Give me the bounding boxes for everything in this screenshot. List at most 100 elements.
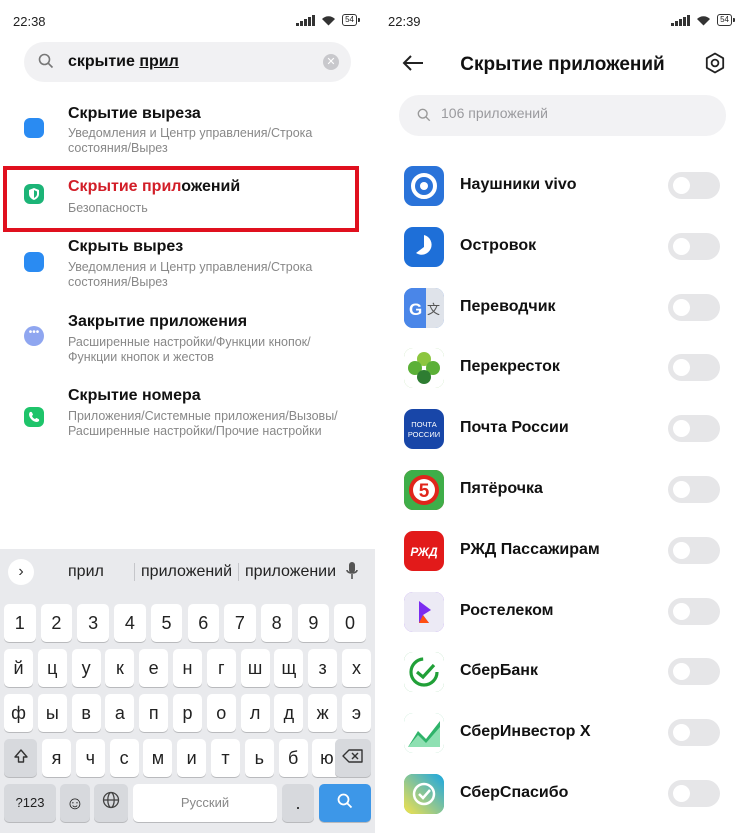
pyaterochka-icon: 5: [404, 470, 444, 510]
hide-app-toggle[interactable]: [668, 719, 720, 747]
suggestion-word[interactable]: прил: [68, 563, 104, 581]
status-time: 22:39: [388, 14, 421, 29]
key-2[interactable]: 2: [40, 604, 73, 642]
status-bar: 22:39 54: [375, 0, 750, 40]
hide-app-toggle[interactable]: [668, 597, 720, 625]
app-search-field[interactable]: [399, 95, 726, 136]
key-5[interactable]: 5: [150, 604, 183, 642]
hide-app-toggle[interactable]: [668, 536, 720, 564]
key-7[interactable]: 7: [224, 604, 256, 642]
key-letter[interactable]: ь: [244, 739, 274, 777]
result-title: Скрыть вырез: [68, 238, 184, 255]
app-row[interactable]: СберИнвестор X: [375, 702, 750, 763]
search-result-item-highlighted[interactable]: Скрытие приложений Безопасность: [0, 170, 375, 228]
hide-app-toggle[interactable]: [668, 476, 720, 503]
key-3[interactable]: 3: [77, 604, 109, 642]
key-letter[interactable]: ч: [75, 739, 105, 777]
app-search-input[interactable]: [441, 105, 701, 121]
key-letter[interactable]: ж: [308, 694, 338, 732]
dot-key[interactable]: .: [282, 784, 314, 822]
status-bar: 22:38 54: [0, 0, 375, 40]
symbols-key[interactable]: ?123: [4, 784, 56, 822]
key-letter[interactable]: н: [173, 649, 202, 687]
key-letter[interactable]: л: [240, 694, 270, 732]
key-letter[interactable]: х: [342, 649, 371, 687]
app-row[interactable]: Островок: [375, 216, 750, 277]
key-letter[interactable]: в: [71, 694, 101, 732]
hide-app-toggle[interactable]: [668, 354, 720, 382]
key-letter[interactable]: б: [278, 739, 308, 777]
app-row[interactable]: РЖД РЖД Пассажирам: [375, 520, 750, 581]
key-0[interactable]: 0: [334, 604, 366, 642]
close-icon[interactable]: ✕: [323, 54, 339, 70]
key-letter[interactable]: о: [206, 694, 236, 732]
key-letter[interactable]: ф: [4, 694, 33, 732]
key-letter[interactable]: д: [274, 694, 304, 732]
key-letter[interactable]: м: [143, 739, 173, 777]
key-letter[interactable]: е: [139, 649, 169, 687]
app-row[interactable]: СберСпасибо: [375, 763, 750, 824]
hide-app-toggle[interactable]: [668, 658, 720, 686]
key-letter[interactable]: а: [105, 694, 135, 732]
svg-text:G: G: [409, 300, 422, 319]
settings-search-input[interactable]: скрытие прил ✕: [24, 42, 351, 82]
app-row[interactable]: СберБанк: [375, 641, 750, 702]
key-letter[interactable]: я: [42, 739, 71, 777]
svg-text:РЖД: РЖД: [410, 545, 438, 559]
space-key[interactable]: Русский: [133, 784, 277, 822]
vivo-headphones-icon: [404, 166, 444, 206]
app-row[interactable]: ПОЧТА РОССИИ Почта России: [375, 398, 750, 459]
key-4[interactable]: 4: [114, 604, 146, 642]
suggestion-word[interactable]: приложении: [245, 563, 336, 581]
key-8[interactable]: 8: [260, 604, 293, 642]
app-name: Островок: [460, 236, 537, 254]
hide-app-toggle[interactable]: [668, 415, 720, 443]
svg-text:РОССИИ: РОССИИ: [408, 430, 440, 439]
key-letter[interactable]: п: [139, 694, 169, 732]
hide-app-toggle[interactable]: [668, 232, 720, 260]
search-result-item[interactable]: Скрытие номера Приложения/Системные прил…: [0, 383, 375, 455]
shift-key[interactable]: [4, 739, 37, 777]
app-row[interactable]: Ростелеком: [375, 581, 750, 642]
search-result-item[interactable]: ••• Закрытие приложения Расширенные наст…: [0, 309, 375, 371]
microphone-icon[interactable]: [345, 561, 359, 581]
key-letter[interactable]: р: [173, 694, 202, 732]
search-result-item[interactable]: Скрытие выреза Уведомления и Центр управ…: [0, 100, 375, 162]
key-letter[interactable]: с: [109, 739, 139, 777]
language-key[interactable]: [94, 784, 128, 822]
hide-app-toggle[interactable]: [668, 172, 720, 199]
key-letter[interactable]: у: [71, 649, 101, 687]
key-letter[interactable]: ш: [240, 649, 270, 687]
emoji-key[interactable]: ☺: [60, 784, 90, 822]
search-key[interactable]: [319, 784, 371, 822]
key-letter[interactable]: т: [211, 739, 240, 777]
key-6[interactable]: 6: [187, 604, 219, 642]
app-name: СберИнвестор X: [460, 723, 591, 741]
app-row[interactable]: Наушники vivo: [375, 155, 750, 216]
key-letter[interactable]: й: [4, 649, 33, 687]
gear-icon[interactable]: [704, 52, 726, 74]
key-letter[interactable]: г: [206, 649, 236, 687]
suggestion-word[interactable]: приложений: [141, 563, 232, 581]
key-letter[interactable]: ц: [37, 649, 67, 687]
key-letter[interactable]: э: [342, 694, 371, 732]
shield-icon: [24, 184, 44, 204]
hide-app-toggle[interactable]: [668, 293, 720, 321]
sber-investor-icon: [404, 713, 444, 754]
signal-icon: [296, 14, 316, 26]
chevron-right-icon[interactable]: ›: [8, 559, 34, 585]
app-row[interactable]: 5 Пятёрочка: [375, 459, 750, 520]
hide-app-toggle[interactable]: [668, 780, 720, 807]
key-letter[interactable]: з: [308, 649, 338, 687]
app-row[interactable]: G 文 Переводчик: [375, 277, 750, 338]
search-result-item[interactable]: Скрыть вырез Уведомления и Центр управле…: [0, 234, 375, 296]
backspace-key[interactable]: [335, 739, 371, 777]
key-letter[interactable]: к: [105, 649, 135, 687]
key-1[interactable]: 1: [4, 604, 36, 642]
key-letter[interactable]: и: [177, 739, 207, 777]
app-name: Переводчик: [460, 297, 556, 315]
key-letter[interactable]: щ: [274, 649, 304, 687]
key-letter[interactable]: ы: [37, 694, 67, 732]
key-9[interactable]: 9: [297, 604, 330, 642]
app-row[interactable]: Перекресток: [375, 337, 750, 398]
